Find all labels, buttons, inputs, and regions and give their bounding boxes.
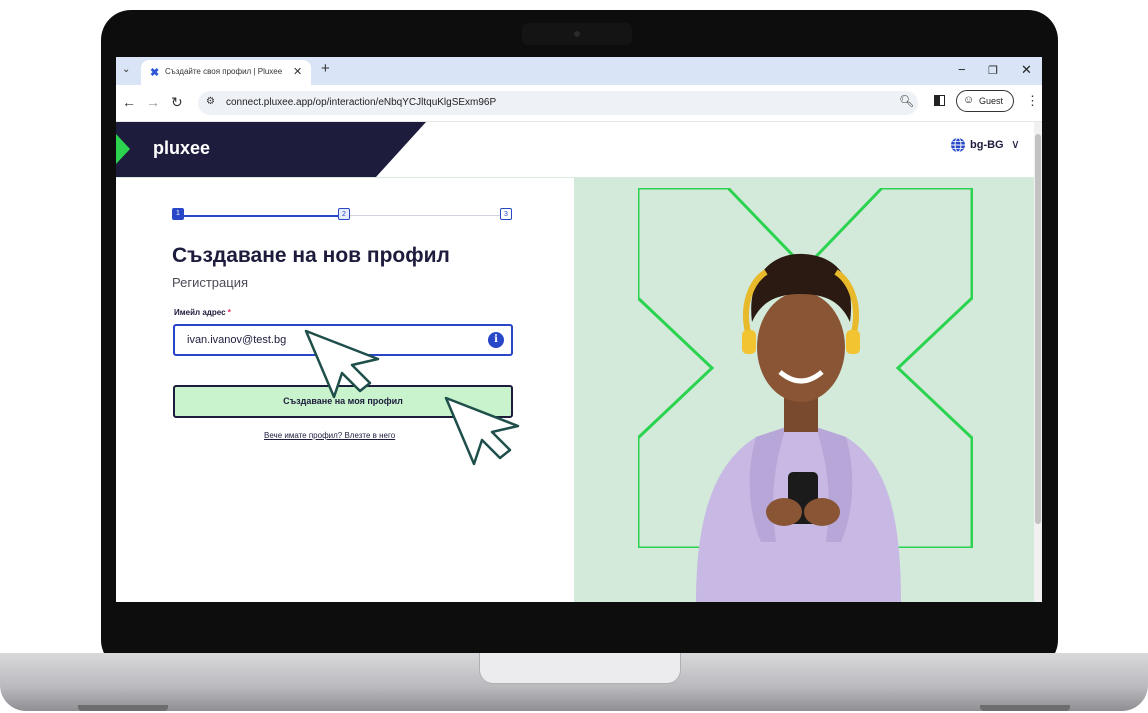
pointer-cursor-icon [444,396,520,466]
laptop-screen: ⌄ ✖ Създайте своя профил | Pluxee ✕ + − … [116,57,1042,602]
camera-notch [522,23,632,45]
scrollbar-thumb[interactable] [1035,134,1041,524]
person-with-phone-image [696,253,901,602]
tab-search-chevron-down-icon[interactable]: ⌄ [122,64,130,75]
email-label-text: Имейл адрес [174,308,226,317]
site-header: pluxee bg-BG ∨ [116,122,1036,178]
required-mark: * [227,308,231,317]
laptop-base-groove [479,653,681,684]
chevron-down-icon[interactable]: ∨ [1011,137,1020,151]
window-restore-button[interactable]: ❐ [988,64,998,77]
tab-close-icon[interactable]: ✕ [293,65,302,78]
url-text[interactable]: connect.pluxee.app/op/interaction/eNbqYC… [226,97,496,108]
reload-icon[interactable]: ↻ [171,94,183,111]
more-menu-icon[interactable]: ⋮ [1026,93,1039,109]
profile-label: Guest [979,96,1004,106]
pluxee-logo[interactable]: pluxee [153,138,210,159]
info-icon[interactable]: i [488,332,504,348]
page-scrollbar[interactable] [1034,122,1042,602]
pluxee-favicon-icon: ✖ [150,67,160,79]
laptop-foot-left [78,705,168,711]
globe-icon[interactable] [950,137,966,153]
language-selector[interactable]: bg-BG [970,139,1004,151]
site-info-icon[interactable]: ⚙ [206,96,215,107]
zoom-icon[interactable]: 🔍︎ [899,94,914,108]
address-bar[interactable]: ⚙ connect.pluxee.app/op/interaction/eNbq… [198,91,918,115]
page-subtitle: Регистрация [172,275,248,290]
login-link[interactable]: Вече имате профил? Влезте в него [264,431,395,440]
step-3: 3 [500,208,512,220]
form-pane: 1 2 3 Създаване на нов профил Регистраци… [116,178,574,602]
pointer-cursor-icon [304,329,380,399]
progress-stepper: 1 2 3 [172,208,514,224]
new-tab-button[interactable]: + [321,60,330,77]
window-minimize-button[interactable]: − [958,62,966,77]
profile-button[interactable]: ☺ Guest [956,90,1014,112]
step-1: 1 [172,208,184,220]
browser-tab[interactable]: ✖ Създайте своя профил | Pluxee ✕ [141,60,311,85]
step-2: 2 [338,208,350,220]
side-panel-icon[interactable] [934,95,945,106]
account-icon: ☺ [963,94,975,106]
browser-toolbar: ← → ↻ ⚙ connect.pluxee.app/op/interactio… [116,85,1042,122]
forward-arrow-icon[interactable]: → [146,94,160,110]
stepper-line [350,215,500,216]
browser-tab-bar: ⌄ ✖ Създайте своя профил | Pluxee ✕ + − … [116,57,1042,85]
web-page: pluxee bg-BG ∨ 1 2 3 Създаване на нов пр… [116,122,1042,602]
tab-title: Създайте своя профил | Pluxee [165,67,283,76]
window-close-button[interactable]: ✕ [1021,62,1032,78]
stepper-line-active [184,215,338,217]
laptop-foot-right [980,705,1070,711]
email-field-label: Имейл адрес * [174,308,231,317]
page-title: Създаване на нов профил [172,244,450,267]
back-arrow-icon[interactable]: ← [122,94,136,110]
